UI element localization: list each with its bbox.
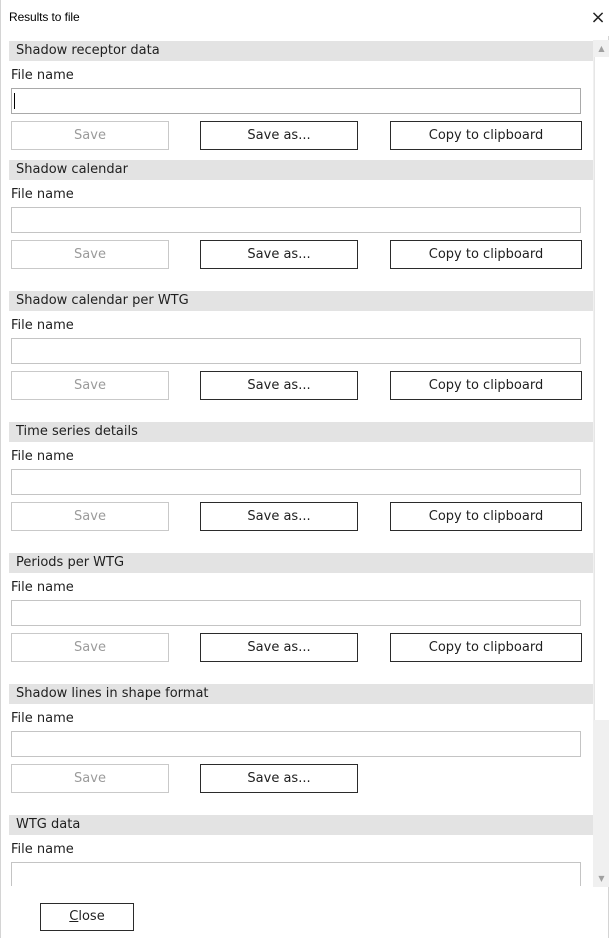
save-button[interactable]: Save (11, 240, 169, 269)
file-name-input[interactable] (11, 862, 581, 886)
section-title: Time series details (16, 424, 138, 439)
file-name-label: File name (11, 449, 74, 464)
section-header: WTG data (9, 815, 593, 835)
section-title: WTG data (16, 817, 81, 832)
save-as-button[interactable]: Save as... (200, 764, 358, 793)
section-title: Periods per WTG (16, 555, 125, 570)
section-header: Shadow calendar (9, 160, 593, 180)
save-button[interactable]: Save (11, 764, 169, 793)
save-as-button[interactable]: Save as... (200, 240, 358, 269)
save-as-button[interactable]: Save as... (200, 502, 358, 531)
save-button[interactable]: Save (11, 502, 169, 531)
close-label-rest: lose (78, 909, 105, 924)
section-header: Shadow lines in shape format (9, 684, 593, 704)
scroll-thumb[interactable] (594, 57, 609, 720)
file-name-input[interactable] (11, 731, 581, 757)
save-button[interactable]: Save (11, 371, 169, 400)
file-name-input[interactable] (11, 600, 581, 626)
section-title: Shadow lines in shape format (16, 686, 209, 701)
file-name-label: File name (11, 711, 74, 726)
scroll-content: Shadow receptor data File name Save Save… (9, 41, 593, 886)
save-button[interactable]: Save (11, 121, 169, 150)
text-caret (14, 93, 15, 109)
results-to-file-dialog: Results to file × Shadow receptor data F… (0, 0, 609, 938)
title-bar: Results to file × (1, 0, 609, 36)
close-mnemonic: C (69, 909, 79, 924)
file-name-input[interactable] (11, 207, 581, 233)
section-title: Shadow receptor data (16, 43, 160, 58)
save-as-button[interactable]: Save as... (200, 371, 358, 400)
save-as-button[interactable]: Save as... (200, 121, 358, 150)
section-title: Shadow calendar per WTG (16, 293, 189, 308)
copy-to-clipboard-button[interactable]: Copy to clipboard (390, 502, 582, 531)
window-title: Results to file (9, 10, 80, 24)
vertical-scrollbar[interactable]: ▲ ▼ (593, 40, 609, 887)
save-as-button[interactable]: Save as... (200, 633, 358, 662)
file-name-label: File name (11, 318, 74, 333)
file-name-input[interactable] (11, 88, 581, 114)
file-name-label: File name (11, 68, 74, 83)
copy-to-clipboard-button[interactable]: Copy to clipboard (390, 633, 582, 662)
file-name-label: File name (11, 842, 74, 857)
close-button[interactable]: Close (40, 903, 134, 931)
section-header: Time series details (9, 422, 593, 442)
file-name-input[interactable] (11, 338, 581, 364)
section-header: Shadow calendar per WTG (9, 291, 593, 311)
section-title: Shadow calendar (16, 162, 128, 177)
close-icon[interactable]: × (586, 4, 609, 32)
copy-to-clipboard-button[interactable]: Copy to clipboard (390, 371, 582, 400)
file-name-label: File name (11, 580, 74, 595)
file-name-input[interactable] (11, 469, 581, 495)
scroll-up-icon[interactable]: ▲ (593, 40, 609, 57)
section-header: Periods per WTG (9, 553, 593, 573)
copy-to-clipboard-button[interactable]: Copy to clipboard (390, 240, 582, 269)
file-name-label: File name (11, 187, 74, 202)
section-header: Shadow receptor data (9, 41, 593, 61)
copy-to-clipboard-button[interactable]: Copy to clipboard (390, 121, 582, 150)
save-button[interactable]: Save (11, 633, 169, 662)
scroll-down-icon[interactable]: ▼ (593, 870, 609, 887)
